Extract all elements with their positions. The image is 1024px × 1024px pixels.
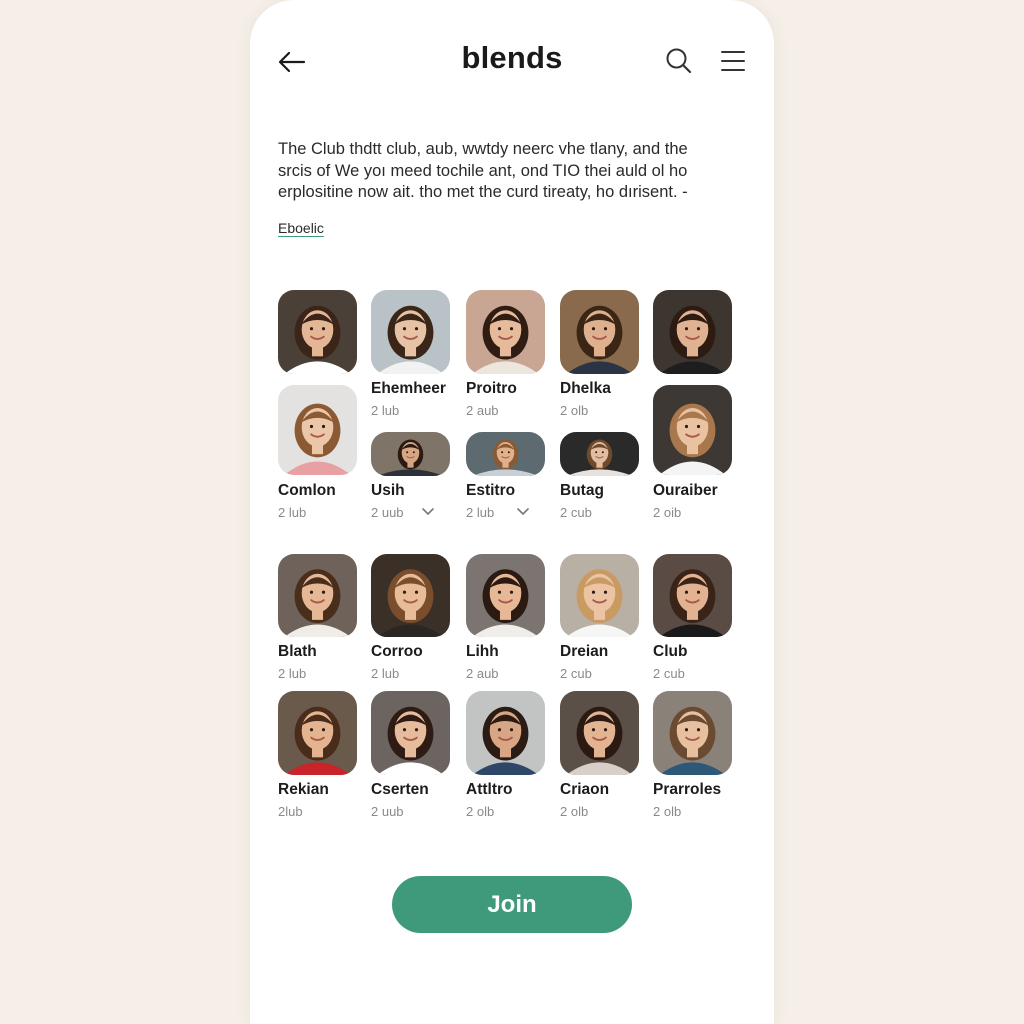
phone-panel: blends The Club thdtt club, aub, wwtdy n…	[250, 0, 774, 1024]
member-club-count: 2 cub	[653, 666, 685, 681]
search-icon	[666, 48, 692, 74]
hamburger-menu-icon	[721, 51, 745, 71]
member-name: Butag	[560, 482, 604, 499]
portrait-image	[278, 385, 357, 475]
portrait-image	[466, 432, 545, 476]
description-link[interactable]: Eboelic	[278, 220, 324, 236]
portrait-image	[560, 432, 639, 476]
member-name: Criaon	[560, 781, 610, 798]
member-photo	[653, 554, 732, 637]
member-photo	[560, 432, 639, 476]
portrait-image	[466, 554, 545, 637]
portrait-image	[466, 691, 545, 775]
member-photo	[466, 432, 545, 476]
description-line: srcis of We yoı meed tochile ant, ond TI…	[278, 161, 688, 180]
member-name: Attltro	[466, 781, 513, 798]
member-name: Prarroles	[653, 781, 722, 798]
portrait-image	[560, 290, 639, 374]
member-name: Proitro	[466, 380, 517, 397]
member-club-count: 2 aub	[466, 666, 499, 681]
member-club-count: 2 lub	[371, 403, 400, 418]
description-line: erplositine now ait. tho met the curd ti…	[278, 183, 688, 201]
member-tile[interactable]: Criaon 2 olb	[560, 0, 639, 819]
member-name: Dreian	[560, 643, 609, 660]
member-tile[interactable]: Attltro 2 olb	[466, 0, 545, 819]
member-photo	[371, 290, 450, 374]
member-name: Comlon	[278, 482, 336, 499]
member-club-count: 2 aub	[466, 403, 499, 418]
member-club-count: 2lub	[278, 804, 303, 819]
member-name: Ouraiber	[653, 482, 718, 499]
member-club-count: 2 cub	[560, 505, 592, 520]
member-name: Estitro	[466, 482, 516, 499]
member-tile[interactable]: Prarroles 2 olb	[653, 0, 732, 819]
member-club-count: 2 cub	[560, 666, 592, 681]
member-photo	[653, 691, 732, 775]
member-tile[interactable]: Cserten 2 uub	[371, 0, 450, 819]
member-name: Usih	[371, 482, 405, 499]
member-photo	[560, 691, 639, 775]
portrait-image	[371, 554, 450, 637]
member-photo	[466, 554, 545, 637]
portrait-image	[278, 691, 357, 775]
member-photo	[371, 554, 450, 637]
member-name: Corroo	[371, 643, 423, 660]
member-club-count: 2 olb	[466, 804, 495, 819]
portrait-image	[560, 691, 639, 775]
member-photo	[560, 290, 639, 374]
member-photo	[653, 385, 732, 475]
member-photo	[371, 691, 450, 775]
member-name: Club	[653, 643, 688, 660]
member-photo	[466, 691, 545, 775]
portrait-image	[466, 290, 545, 374]
menu-button[interactable]	[718, 47, 748, 77]
portrait-image	[371, 432, 450, 476]
search-button[interactable]	[664, 46, 694, 76]
back-button[interactable]	[276, 46, 308, 78]
member-photo	[560, 554, 639, 637]
portrait-image	[653, 691, 732, 775]
description-line: The Club thdtt club, aub, wwtdy neerc vh…	[278, 140, 688, 158]
member-club-count: 2 olb	[560, 804, 589, 819]
member-photo	[278, 385, 357, 475]
chevron-down-icon[interactable]	[516, 507, 530, 517]
portrait-image	[371, 691, 450, 775]
member-club-count: 2 lub	[466, 505, 495, 520]
member-grid: Ehemheer 2 lub Proitro 2 aub Dhelka 2 olb Coml…	[250, 0, 774, 900]
arrow-left-icon	[278, 51, 306, 73]
member-name: Lihh	[466, 643, 499, 660]
member-club-count: 2 olb	[653, 804, 682, 819]
portrait-image	[278, 554, 357, 637]
member-name: Cserten	[371, 781, 429, 798]
portrait-image	[278, 290, 357, 374]
portrait-image	[653, 290, 732, 374]
member-club-count: 2 uub	[371, 804, 404, 819]
member-name: Rekian	[278, 781, 329, 798]
member-name: Dhelka	[560, 380, 611, 397]
member-club-count: 2 oib	[653, 505, 682, 520]
portrait-image	[560, 554, 639, 637]
chevron-down-icon[interactable]	[421, 507, 435, 517]
member-tile[interactable]: Rekian 2lub	[278, 0, 357, 819]
member-photo	[653, 290, 732, 374]
portrait-image	[653, 554, 732, 637]
club-description: The Club thdtt club, aub, wwtdy neerc vh…	[278, 139, 738, 204]
member-photo	[278, 554, 357, 637]
member-photo	[278, 691, 357, 775]
page-title: blends	[461, 40, 563, 75]
member-club-count: 2 lub	[371, 666, 400, 681]
member-club-count: 2 lub	[278, 505, 307, 520]
member-photo	[371, 432, 450, 476]
member-name: Blath	[278, 643, 317, 660]
app-header: blends	[250, 0, 774, 120]
member-photo	[466, 290, 545, 374]
member-club-count: 2 olb	[560, 403, 589, 418]
portrait-image	[371, 290, 450, 374]
member-name: Ehemheer	[371, 380, 446, 397]
join-button[interactable]: Join	[392, 876, 632, 933]
member-club-count: 2 lub	[278, 666, 307, 681]
member-photo	[278, 290, 357, 374]
portrait-image	[653, 385, 732, 475]
member-club-count: 2 uub	[371, 505, 404, 520]
